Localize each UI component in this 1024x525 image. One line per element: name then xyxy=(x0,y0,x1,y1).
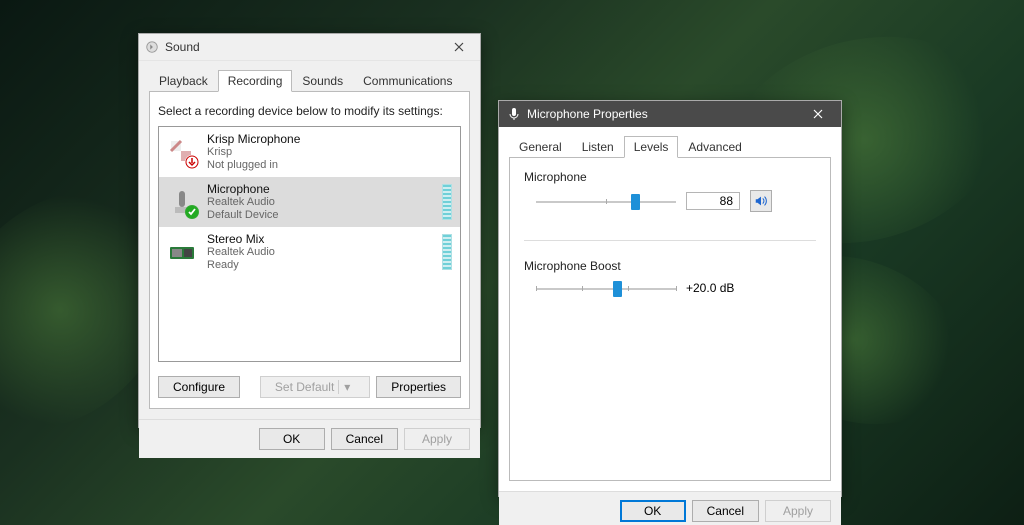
device-status: Default Device xyxy=(207,209,436,222)
device-vendor: Krisp xyxy=(207,146,452,159)
configure-button[interactable]: Configure xyxy=(158,376,240,398)
level-meter xyxy=(442,184,452,220)
device-status: Not plugged in xyxy=(207,159,452,172)
device-vendor: Realtek Audio xyxy=(207,246,436,259)
cancel-button[interactable]: Cancel xyxy=(692,500,759,522)
device-name: Microphone xyxy=(207,182,436,196)
tab-content: Microphone 88 Microphone Boost xyxy=(509,157,831,481)
ok-button[interactable]: OK xyxy=(259,428,325,450)
titlebar[interactable]: Microphone Properties xyxy=(499,101,841,127)
tab-recording[interactable]: Recording xyxy=(218,70,293,92)
set-default-button[interactable]: Set Default▾ xyxy=(260,376,370,398)
sound-window: Sound Playback Recording Sounds Communic… xyxy=(138,33,481,428)
device-icon xyxy=(167,187,197,217)
mic-properties-window: Microphone Properties General Listen Lev… xyxy=(498,100,842,497)
close-icon xyxy=(813,109,823,119)
level-meter xyxy=(442,234,452,270)
dialog-buttons: OK Cancel Apply xyxy=(139,419,480,458)
mute-button[interactable] xyxy=(750,190,772,212)
properties-button[interactable]: Properties xyxy=(376,376,461,398)
device-item[interactable]: Stereo Mix Realtek Audio Ready xyxy=(159,227,460,277)
sound-icon xyxy=(145,40,159,54)
tab-content: Select a recording device below to modif… xyxy=(149,91,470,409)
speaker-icon xyxy=(754,194,768,208)
intro-text: Select a recording device below to modif… xyxy=(158,104,461,118)
close-button[interactable] xyxy=(444,37,474,57)
mic-slider[interactable] xyxy=(536,192,676,210)
device-item[interactable]: Krisp Microphone Krisp Not plugged in xyxy=(159,127,460,177)
tab-levels[interactable]: Levels xyxy=(624,136,679,158)
microphone-level-group: Microphone 88 xyxy=(524,170,816,212)
tab-general[interactable]: General xyxy=(509,136,572,158)
mic-label: Microphone xyxy=(524,170,816,184)
unplugged-icon xyxy=(185,155,199,169)
tab-playback[interactable]: Playback xyxy=(149,70,218,92)
close-button[interactable] xyxy=(803,104,833,124)
dialog-buttons: OK Cancel Apply xyxy=(499,491,841,525)
slider-thumb[interactable] xyxy=(631,194,640,210)
cancel-button[interactable]: Cancel xyxy=(331,428,398,450)
tab-bar: General Listen Levels Advanced xyxy=(499,127,841,157)
device-name: Krisp Microphone xyxy=(207,132,452,146)
device-info: Microphone Realtek Audio Default Device xyxy=(207,182,436,222)
tab-sounds[interactable]: Sounds xyxy=(292,70,353,92)
slider-thumb[interactable] xyxy=(613,281,622,297)
device-vendor: Realtek Audio xyxy=(207,196,436,209)
tab-communications[interactable]: Communications xyxy=(353,70,462,92)
device-info: Krisp Microphone Krisp Not plugged in xyxy=(207,132,452,172)
mic-value-field[interactable]: 88 xyxy=(686,192,740,210)
microphone-boost-group: Microphone Boost +20.0 dB xyxy=(524,259,816,297)
ok-button[interactable]: OK xyxy=(620,500,686,522)
tab-bar: Playback Recording Sounds Communications xyxy=(139,61,480,91)
boost-label: Microphone Boost xyxy=(524,259,816,273)
dropdown-arrow-icon: ▾ xyxy=(338,380,355,394)
device-info: Stereo Mix Realtek Audio Ready xyxy=(207,232,436,272)
slider-track xyxy=(536,288,676,290)
tab-advanced[interactable]: Advanced xyxy=(678,136,751,158)
apply-button[interactable]: Apply xyxy=(765,500,831,522)
mic-icon xyxy=(507,107,521,121)
device-name: Stereo Mix xyxy=(207,232,436,246)
close-icon xyxy=(454,42,464,52)
boost-value: +20.0 dB xyxy=(686,281,736,295)
action-row: Configure Set Default▾ Properties xyxy=(158,362,461,398)
check-icon xyxy=(185,205,199,219)
divider xyxy=(524,240,816,241)
apply-button[interactable]: Apply xyxy=(404,428,470,450)
tab-listen[interactable]: Listen xyxy=(572,136,624,158)
titlebar[interactable]: Sound xyxy=(139,34,480,61)
window-title: Microphone Properties xyxy=(527,107,803,121)
device-icon xyxy=(167,237,197,267)
device-icon xyxy=(167,137,197,167)
device-list[interactable]: Krisp Microphone Krisp Not plugged in Mi… xyxy=(158,126,461,362)
device-status: Ready xyxy=(207,259,436,272)
device-item[interactable]: Microphone Realtek Audio Default Device xyxy=(159,177,460,227)
window-title: Sound xyxy=(165,40,444,54)
boost-slider[interactable] xyxy=(536,279,676,297)
